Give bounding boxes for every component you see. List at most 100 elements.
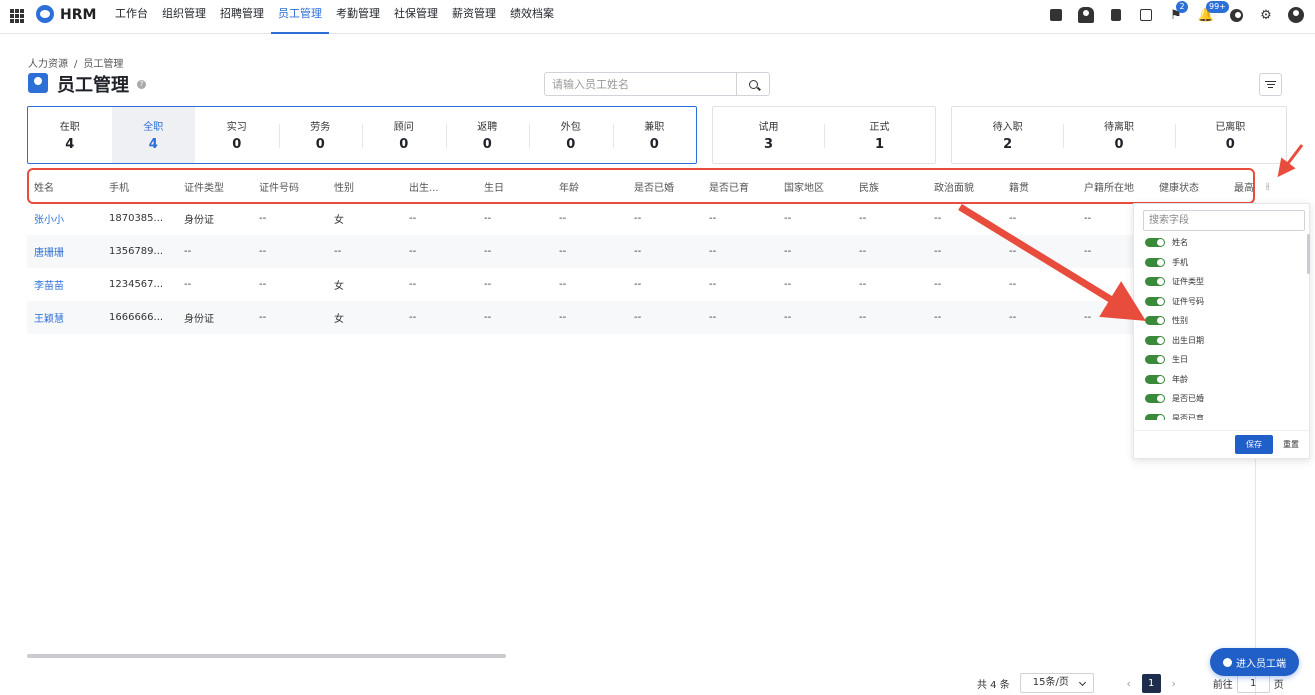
stat-label: 待入职 — [992, 122, 1023, 133]
table-row[interactable]: 王颖慧 1666666... 身份证 -- 女 -- -- -- -- -- -- -- -- -- -- — [27, 301, 1255, 334]
nav-item-6[interactable]: 薪资管理 — [445, 0, 503, 34]
field-toggle[interactable] — [1145, 355, 1165, 365]
stat-group1-3[interactable]: 劳务 0 — [278, 107, 363, 163]
field-toggle[interactable] — [1145, 238, 1165, 248]
current-page[interactable]: 1 — [1141, 673, 1161, 693]
stat-value: 0 — [315, 137, 325, 152]
field-toggle[interactable] — [1145, 277, 1165, 287]
table-cell: -- — [859, 279, 867, 290]
search-button[interactable] — [736, 73, 769, 95]
stat-value: 0 — [649, 137, 659, 152]
avatar-icon[interactable] — [1287, 6, 1305, 24]
stat-group1-5[interactable]: 返聘 0 — [445, 107, 530, 163]
employee-name-link[interactable]: 张小小 — [27, 211, 102, 226]
stat-label: 实习 — [226, 122, 247, 133]
stat-label: 已离职 — [1215, 122, 1246, 133]
field-search-input[interactable] — [1143, 210, 1305, 231]
calendar-check-icon[interactable] — [1047, 6, 1065, 24]
employee-name-link[interactable]: 王颖慧 — [27, 310, 102, 325]
field-toggle[interactable] — [1145, 374, 1165, 384]
main-nav: 工作台 组织管理 招聘管理 员工管理 考勤管理 社保管理 薪资管理 绩效档案 — [108, 0, 561, 34]
table-cell: -- — [709, 213, 717, 224]
stat-group1-2[interactable]: 实习 0 — [195, 107, 279, 163]
app-grid-icon[interactable] — [10, 9, 24, 23]
table-cell: -- — [334, 246, 342, 257]
column-settings-icon[interactable]: ⫲ — [1266, 181, 1269, 192]
stat-group2-1[interactable]: 正式 1 — [824, 107, 935, 163]
field-item: 手机 — [1145, 253, 1305, 273]
help-icon[interactable] — [1227, 6, 1245, 24]
stat-group1-4[interactable]: 顾问 0 — [362, 107, 446, 163]
calendar-icon[interactable] — [1137, 6, 1155, 24]
stat-group3-1[interactable]: 待离职 0 — [1063, 107, 1174, 163]
nav-item-3[interactable]: 员工管理 — [271, 0, 329, 34]
breadcrumb-item-hr[interactable]: 人力资源 — [28, 59, 68, 70]
table-cell: -- — [934, 246, 942, 257]
table-cell: -- — [259, 279, 267, 290]
field-toggle[interactable] — [1145, 413, 1165, 420]
top-navigation-bar: HRM 工作台 组织管理 招聘管理 员工管理 考勤管理 社保管理 薪资管理 绩效档案 ⚑ 2 🔔… — [0, 0, 1315, 34]
field-toggle[interactable] — [1145, 335, 1165, 345]
stat-group2-0[interactable]: 试用 3 — [713, 107, 824, 163]
page-title: 员工管理 — [57, 75, 129, 96]
stat-separator — [278, 124, 280, 148]
flag-icon[interactable]: ⚑ 2 — [1167, 1, 1188, 24]
page-size-select[interactable]: 15条/页 — [1019, 673, 1094, 693]
nav-item-4[interactable]: 考勤管理 — [329, 0, 387, 34]
nav-item-5[interactable]: 社保管理 — [387, 0, 445, 34]
stat-value: 0 — [1114, 137, 1124, 152]
filter-button[interactable] — [1259, 73, 1282, 96]
stat-value: 0 — [232, 137, 242, 152]
search-input[interactable] — [545, 73, 736, 95]
goto-page-input[interactable]: 1 — [1236, 673, 1270, 693]
table-cell: -- — [484, 246, 492, 257]
annotation-highlight-box — [27, 168, 1255, 204]
nav-item-7[interactable]: 绩效档案 — [503, 0, 561, 34]
document-icon[interactable] — [1107, 6, 1125, 24]
nav-item-2[interactable]: 招聘管理 — [213, 0, 271, 34]
table-cell: 女 — [334, 314, 344, 325]
table-cell: -- — [784, 213, 792, 224]
table-cell: -- — [259, 213, 267, 224]
breadcrumb: 人力资源 / 员工管理 — [28, 55, 129, 70]
stat-group1-1[interactable]: 全职 4 — [111, 107, 195, 163]
prev-page-button[interactable]: ‹ — [1122, 677, 1136, 690]
gear-icon[interactable]: ⚙ — [1257, 6, 1275, 24]
table-row[interactable]: 李苗苗 1234567... -- -- 女 -- -- -- -- -- -- -- -- -- -- — [27, 268, 1255, 301]
field-item: 证件类型 — [1145, 272, 1305, 292]
panel-scrollbar[interactable] — [1307, 234, 1310, 274]
field-toggle[interactable] — [1145, 316, 1165, 326]
field-toggle[interactable] — [1145, 394, 1165, 404]
stat-group1-0[interactable]: 在职 4 — [28, 107, 112, 163]
nav-item-1[interactable]: 组织管理 — [155, 0, 213, 34]
reset-button[interactable]: 重置 — [1283, 435, 1299, 454]
table-row[interactable]: 张小小 1870385... 身份证 -- 女 -- -- -- -- -- -- -- -- -- -- — [27, 202, 1255, 235]
next-page-button[interactable]: › — [1167, 677, 1181, 690]
employee-name-link[interactable]: 李苗苗 — [27, 277, 102, 292]
panel-footer: 保存 重置 — [1134, 430, 1309, 459]
stat-group1-6[interactable]: 外包 0 — [529, 107, 613, 163]
table-row[interactable]: 唐珊珊 1356789... -- -- -- -- -- -- -- -- -- -- -- -- -- — [27, 235, 1255, 268]
table-cell: 1666666... — [109, 312, 164, 323]
field-toggle[interactable] — [1145, 257, 1165, 267]
person-icon[interactable] — [1077, 6, 1095, 24]
table-cell: -- — [484, 213, 492, 224]
employee-name-link[interactable]: 唐珊珊 — [27, 244, 102, 259]
enter-employee-portal-button[interactable]: 进入员工端 — [1210, 648, 1299, 676]
stat-group3-0[interactable]: 待入职 2 — [952, 107, 1063, 163]
employee-search — [544, 72, 770, 96]
save-button[interactable]: 保存 — [1235, 435, 1273, 454]
question-icon[interactable]: ? — [137, 80, 146, 89]
field-toggle[interactable] — [1145, 296, 1165, 306]
horizontal-scrollbar[interactable] — [27, 654, 506, 658]
bell-icon[interactable]: 🔔 99+ — [1197, 1, 1229, 24]
probation-stats: 试用 3 正式 1 — [712, 106, 936, 164]
employment-type-stats: 在职 4 全职 4 实习 0 劳务 0 顾问 0 返聘 0 外包 0 兼职 0 — [27, 106, 697, 164]
nav-item-0[interactable]: 工作台 — [108, 0, 155, 34]
table-cell: -- — [634, 213, 642, 224]
table-cell: 1234567... — [109, 279, 164, 290]
toolbar-icons: ⚑ 2 🔔 99+ ⚙ — [1047, 1, 1305, 24]
stat-group1-7[interactable]: 兼职 0 — [612, 107, 697, 163]
table-cell: -- — [184, 279, 192, 290]
stat-group3-2[interactable]: 已离职 0 — [1174, 107, 1286, 163]
